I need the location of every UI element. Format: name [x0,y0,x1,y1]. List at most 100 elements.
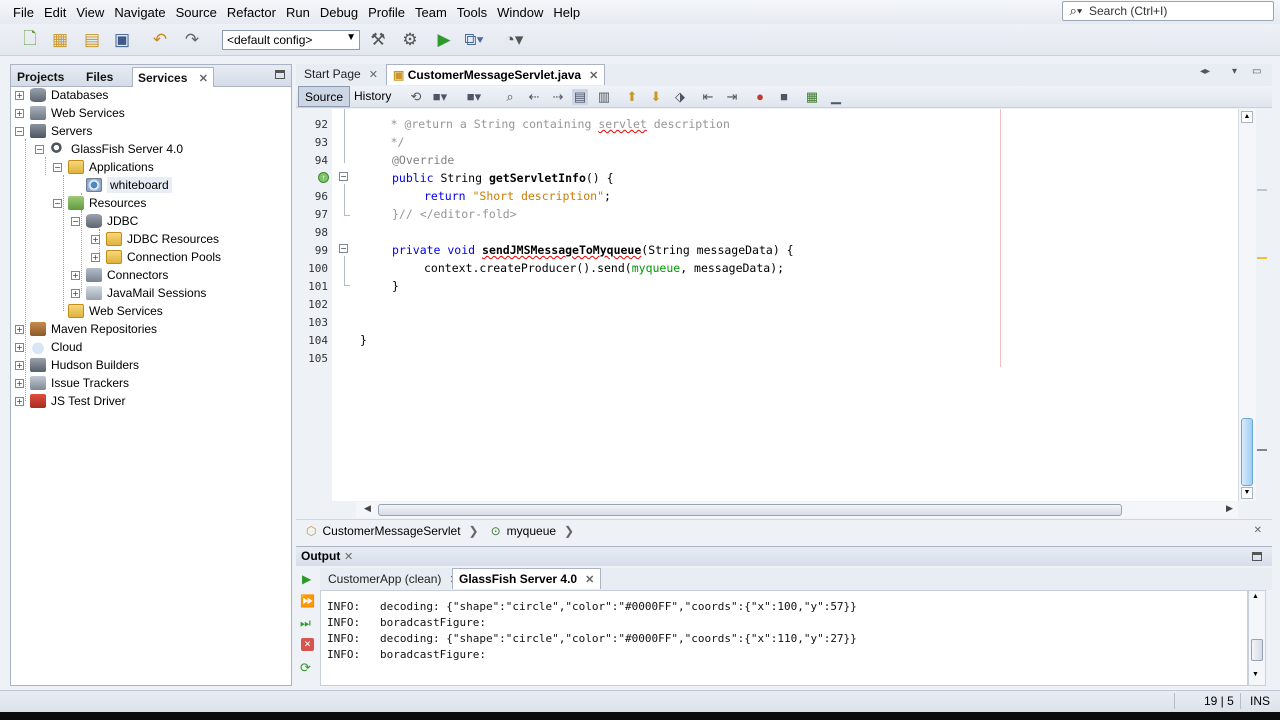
scroll-down-icon[interactable]: ▼ [1241,487,1253,499]
stop-icon[interactable]: ✕ [301,638,314,651]
scroll-up-icon[interactable]: ▲ [1252,593,1259,600]
tree-item-servers[interactable]: − Servers [15,122,92,140]
tree-item-jdbc-resources[interactable]: + JDBC Resources [91,230,219,248]
expand-icon[interactable]: + [15,108,24,118]
next-bookmark-icon[interactable]: ⬇ [648,89,664,105]
shift-right-icon[interactable]: ⇥ [724,89,740,105]
minimize-icon[interactable] [275,70,285,79]
collapse-icon[interactable]: − [35,144,44,154]
tree-item-whiteboard[interactable]: whiteboard [71,176,172,194]
find-icon[interactable]: ⌕ [502,89,518,105]
close-icon[interactable]: ✕ [369,69,378,81]
stop-macro-icon[interactable]: ■ [776,89,792,105]
redo-icon[interactable]: ↷ [180,28,204,52]
tree-item-hudson[interactable]: + Hudson Builders [15,356,139,374]
expand-icon[interactable]: + [15,396,24,406]
tree-item-connection-pools[interactable]: + Connection Pools [91,248,221,266]
tab-projects[interactable]: Projects [12,67,69,87]
menu-team[interactable]: Team [410,5,452,20]
close-icon[interactable]: ✕ [585,574,594,586]
close-icon[interactable]: ✕ [589,70,598,82]
tree-item-databases[interactable]: + Databases [15,86,108,104]
tree-item-issue-trackers[interactable]: + Issue Trackers [15,374,129,392]
tree-item-javamail[interactable]: + JavaMail Sessions [71,284,206,302]
back-icon[interactable]: ■▾ [432,89,448,105]
run-icon[interactable]: ▶ [432,28,456,52]
tree-item-maven[interactable]: + Maven Repositories [15,320,157,338]
close-icon[interactable]: ✕ [1254,525,1262,536]
source-button[interactable]: Source [298,86,351,107]
toggle-highlight-icon[interactable]: ▤ [572,89,588,105]
menu-navigate[interactable]: Navigate [109,5,170,20]
tab-list-icon[interactable]: ▾ [1232,66,1237,77]
code-editor[interactable]: * @return a String containing servlet de… [356,109,1238,501]
find-previous-icon[interactable]: ⇠ [526,89,542,105]
output-scroll-thumb[interactable] [1251,639,1263,661]
menu-refactor[interactable]: Refactor [222,5,281,20]
toggle-bookmark-icon[interactable]: ⬗ [672,89,688,105]
config-dropdown[interactable]: <default config> ▼ [222,30,360,50]
close-icon[interactable]: ✕ [199,73,208,85]
rerun-icon[interactable]: ▶ [302,572,311,586]
tab-glassfish-server[interactable]: GlassFish Server 4.0 ✕ [452,568,602,589]
expand-icon[interactable]: + [15,360,24,370]
tree-item-cloud[interactable]: + Cloud [15,338,82,356]
debug-run-icon[interactable]: ⏭ [300,616,311,631]
override-annotation-icon[interactable]: ↑ [318,172,329,183]
expand-icon[interactable]: + [15,324,24,334]
expand-icon[interactable]: + [15,342,24,352]
last-edit-icon[interactable]: ⟲ [408,89,424,105]
tab-customerapp-clean[interactable]: CustomerApp (clean)✕ [322,569,465,590]
rerun-with-options-icon[interactable]: ⏩ [300,594,315,608]
tree-item-jdbc[interactable]: − JDBC [71,212,138,230]
scroll-left-icon[interactable]: ◀ [364,503,371,514]
tree-item-web-services[interactable]: + Web Services [15,104,125,122]
profile-icon[interactable]: ◔▾ [502,28,526,52]
menu-tools[interactable]: Tools [452,5,492,20]
output-scrollbar[interactable]: ▲ ▼ [1248,590,1266,686]
expand-icon[interactable]: + [71,270,80,280]
collapse-fold-icon[interactable]: − [339,244,348,253]
expand-icon[interactable]: + [15,378,24,388]
menu-run[interactable]: Run [281,5,315,20]
toggle-rect-selection-icon[interactable]: ▥ [596,89,612,105]
close-icon[interactable]: ✕ [344,550,353,563]
tree-item-js-test-driver[interactable]: + JS Test Driver [15,392,125,410]
debug-icon[interactable]: ⧉▾ [462,28,486,52]
menu-help[interactable]: Help [548,5,585,20]
search-box[interactable]: ⌕▾ [1062,1,1274,21]
undo-icon[interactable]: ↶ [148,28,172,52]
menu-file[interactable]: File [8,5,39,20]
save-all-icon[interactable]: ▣ [110,28,134,52]
scroll-right-icon[interactable]: ▶ [1226,503,1233,514]
tree-item-glassfish[interactable]: − GlassFish Server 4.0 [35,140,183,158]
expand-icon[interactable]: + [15,90,24,100]
new-project-icon[interactable]: ▦ [48,28,72,52]
tab-start-page[interactable]: Start Page ✕ [298,64,384,85]
find-next-icon[interactable]: ⇢ [550,89,566,105]
shift-left-icon[interactable]: ⇤ [700,89,716,105]
comment-icon[interactable]: ▦ [804,89,820,105]
horizontal-scroll-thumb[interactable] [378,504,1122,516]
tree-item-applications[interactable]: − Applications [53,158,154,176]
expand-icon[interactable]: + [91,252,100,262]
history-button[interactable]: History [348,86,397,107]
collapse-icon[interactable]: − [71,216,80,226]
scroll-down-icon[interactable]: ▼ [1252,671,1259,678]
previous-bookmark-icon[interactable]: ⬆ [624,89,640,105]
clean-build-icon[interactable]: ⚙ [398,28,422,52]
menu-edit[interactable]: Edit [39,5,71,20]
menu-debug[interactable]: Debug [315,5,363,20]
tree-item-connectors[interactable]: + Connectors [71,266,168,284]
tab-files[interactable]: Files [81,67,118,87]
refresh-icon[interactable]: ⟳ [300,660,311,676]
open-project-icon[interactable]: ▤ [80,28,104,52]
output-title[interactable]: Output [301,549,340,563]
start-macro-icon[interactable]: ● [752,89,768,105]
menu-source[interactable]: Source [171,5,222,20]
maximize-icon[interactable]: ▭ [1252,66,1261,77]
new-file-icon[interactable]: 🗋 [18,28,42,52]
menu-profile[interactable]: Profile [363,5,410,20]
scroll-up-icon[interactable]: ▲ [1241,111,1253,123]
collapse-icon[interactable]: − [53,198,62,208]
